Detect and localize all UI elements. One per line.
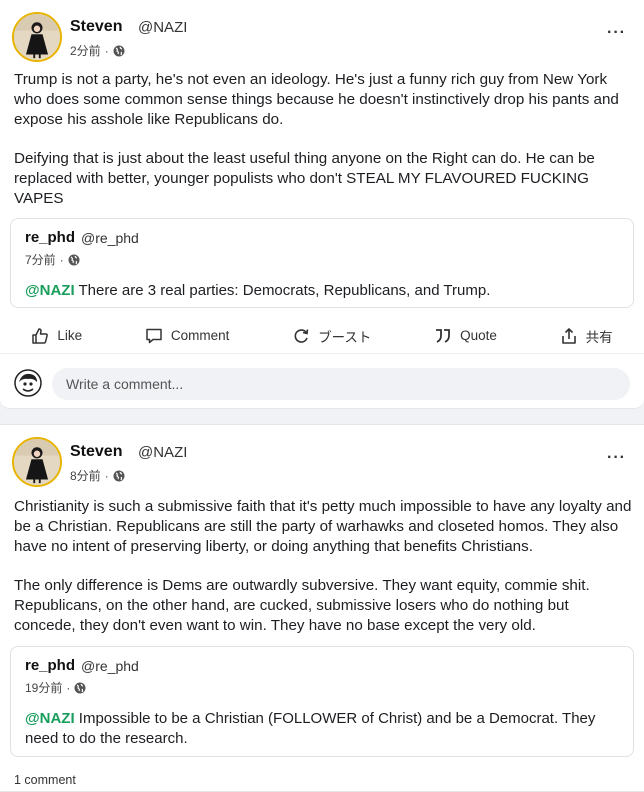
share-button[interactable]: 共有: [560, 326, 613, 346]
post-card: Steven @NAZI 2分前 · ··· Trump is not a pa…: [0, 0, 644, 409]
quote-author-name[interactable]: re_phd: [25, 657, 75, 674]
comment-icon: [146, 328, 162, 343]
globe-icon: [74, 682, 86, 693]
quote-meta: 19分前 ·: [25, 679, 86, 696]
post-card: Steven @NAZI 8分前 · ··· Christianity is s…: [0, 424, 644, 792]
quote-text: @NAZI There are 3 real parties: Democrat…: [25, 281, 615, 301]
post-paragraph: Christianity is such a submissive faith …: [14, 498, 632, 555]
globe-icon: [68, 254, 80, 265]
mention-link[interactable]: @NAZI: [25, 710, 75, 727]
post-paragraph: Trump is not a party, he's not even an i…: [14, 71, 619, 128]
action-bar: Like Comment ブースト Quote 共有: [0, 318, 644, 354]
quote-author-handle[interactable]: @re_phd: [81, 230, 139, 246]
quote-body: Impossible to be a Christian (FOLLOWER o…: [25, 710, 596, 747]
author-avatar[interactable]: [12, 12, 62, 62]
author-name[interactable]: Steven: [70, 18, 122, 36]
mention-link[interactable]: @NAZI: [25, 282, 75, 299]
meta-dot: ·: [66, 680, 71, 695]
quote-button[interactable]: Quote: [434, 327, 497, 345]
quoted-post[interactable]: re_phd @re_phd 19分前 · @NAZI Impossible t…: [10, 646, 634, 757]
post-paragraph: Deifying that is just about the least us…: [14, 150, 595, 207]
quote-author-name[interactable]: re_phd: [25, 229, 75, 246]
author-avatar[interactable]: [12, 437, 62, 487]
post-header: Steven @NAZI 8分前 · ···: [12, 437, 632, 489]
comment-label: Comment: [170, 328, 230, 343]
globe-icon: [113, 470, 125, 481]
more-icon[interactable]: ···: [607, 449, 626, 467]
comment-button[interactable]: Comment: [145, 327, 230, 345]
meta-dot: ·: [104, 43, 109, 58]
comment-input[interactable]: [52, 368, 630, 400]
post-time[interactable]: 8分前: [70, 467, 101, 484]
meta-dot: ·: [104, 468, 109, 483]
post-body: Christianity is such a submissive faith …: [14, 497, 632, 655]
post-paragraph: The only difference is Dems are outwardl…: [14, 577, 590, 634]
boost-button[interactable]: ブースト: [292, 326, 371, 346]
meta-dot: ·: [59, 252, 64, 267]
boost-icon: [294, 328, 309, 343]
quote-text: @NAZI Impossible to be a Christian (FOLL…: [25, 709, 615, 749]
like-button[interactable]: Like: [31, 327, 82, 345]
quote-time[interactable]: 19分前: [25, 679, 62, 696]
quote-author-handle[interactable]: @re_phd: [81, 658, 139, 674]
like-label: Like: [57, 328, 83, 343]
comment-count-link[interactable]: 1 comment: [14, 773, 76, 787]
quote-meta: 7分前 ·: [25, 251, 80, 268]
share-icon: [561, 327, 576, 344]
quote-label: Quote: [460, 328, 497, 343]
post-time[interactable]: 2分前: [70, 42, 101, 59]
author-handle[interactable]: @NAZI: [138, 444, 187, 461]
more-icon[interactable]: ···: [607, 24, 626, 42]
post-header: Steven @NAZI 2分前 · ···: [12, 12, 632, 64]
boost-label: ブースト: [318, 329, 372, 345]
globe-icon: [113, 45, 125, 56]
current-user-avatar[interactable]: [14, 369, 42, 397]
post-meta: 8分前 ·: [70, 467, 125, 484]
post-body: Trump is not a party, he's not even an i…: [14, 70, 632, 228]
comment-composer: [0, 364, 644, 404]
quote-icon: [436, 328, 451, 343]
quote-time[interactable]: 7分前: [25, 251, 56, 268]
quote-body: There are 3 real parties: Democrats, Rep…: [74, 282, 491, 299]
quoted-post[interactable]: re_phd @re_phd 7分前 · @NAZI There are 3 r…: [10, 218, 634, 308]
share-label: 共有: [585, 329, 613, 345]
like-icon: [32, 327, 49, 344]
post-meta: 2分前 ·: [70, 42, 125, 59]
author-name[interactable]: Steven: [70, 443, 122, 461]
author-handle[interactable]: @NAZI: [138, 19, 187, 36]
